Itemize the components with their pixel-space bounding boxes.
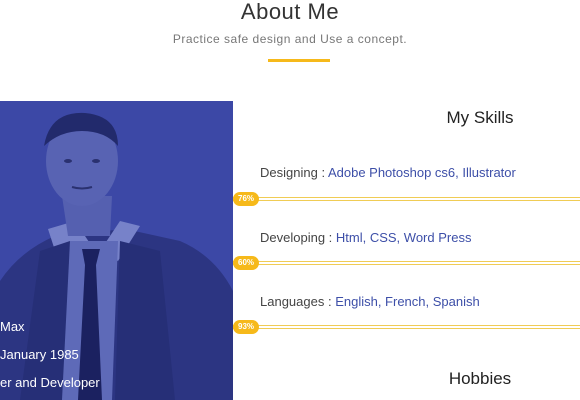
skill-value: English, French, Spanish bbox=[335, 294, 480, 309]
profile-photo-panel: Max January 1985 er and Developer bbox=[0, 101, 233, 400]
progress-badge: 76% bbox=[233, 192, 260, 206]
profile-birthdate: January 1985 bbox=[0, 347, 79, 362]
progress-track-line bbox=[233, 325, 580, 326]
skill-label: Designing bbox=[260, 165, 318, 180]
skill-progress-designing: 76% bbox=[233, 192, 580, 206]
title-underline bbox=[268, 59, 330, 62]
skill-row-languages: Languages : English, French, Spanish bbox=[260, 294, 480, 309]
progress-track-line bbox=[233, 197, 580, 198]
profile-occupation: er and Developer bbox=[0, 375, 100, 390]
hobbies-heading: Hobbies bbox=[448, 369, 512, 388]
skill-row-developing: Developing : Html, CSS, Word Press bbox=[260, 230, 471, 245]
skill-separator: : bbox=[317, 165, 328, 180]
skill-label: Languages bbox=[260, 294, 325, 309]
skill-progress-developing: 60% bbox=[233, 256, 580, 270]
section-title: About Me bbox=[240, 0, 340, 24]
skill-progress-languages: 93% bbox=[233, 320, 580, 334]
progress-track-line bbox=[233, 200, 580, 201]
skill-value: Adobe Photoshop cs6, Illustrator bbox=[327, 165, 516, 180]
section-subtitle: Practice safe design and Use a concept. bbox=[172, 32, 408, 46]
progress-track-line bbox=[233, 261, 580, 262]
progress-track-line bbox=[233, 264, 580, 265]
skills-heading: My Skills bbox=[446, 108, 514, 127]
skill-separator: : bbox=[325, 230, 336, 245]
skill-value: Html, CSS, Word Press bbox=[335, 230, 472, 245]
profile-name: Max bbox=[0, 319, 25, 334]
progress-badge: 60% bbox=[233, 256, 260, 270]
progress-badge: 93% bbox=[233, 320, 260, 334]
skill-label: Developing bbox=[260, 230, 326, 245]
progress-track-line bbox=[233, 328, 580, 329]
skill-row-designing: Designing : Adobe Photoshop cs6, Illustr… bbox=[260, 165, 516, 180]
skill-separator: : bbox=[324, 294, 336, 309]
